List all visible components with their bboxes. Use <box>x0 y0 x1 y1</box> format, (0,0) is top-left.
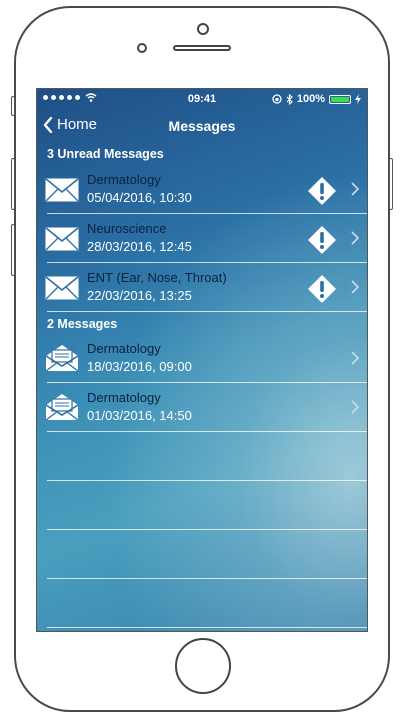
power-button <box>389 158 393 210</box>
volume-up-button <box>11 158 15 210</box>
battery-percent: 100% <box>296 93 325 105</box>
chevron-right-icon <box>351 182 359 196</box>
chevron-right-icon <box>351 280 359 294</box>
row-separator <box>47 431 367 432</box>
chevron-right-icon <box>351 351 359 365</box>
row-separator <box>47 382 367 383</box>
envelope-closed-icon <box>45 276 79 300</box>
alert-icon <box>308 275 336 303</box>
section-header-unread: 3 Unread Messages <box>47 147 164 161</box>
section-header-read: 2 Messages <box>47 317 118 331</box>
list-item[interactable]: Dermatology 01/03/2016, 14:50 <box>37 384 367 432</box>
row-separator <box>47 262 367 263</box>
message-subject: Dermatology <box>87 341 161 356</box>
back-label: Home <box>57 116 98 133</box>
volume-down-button <box>11 224 15 276</box>
chevron-right-icon <box>351 400 359 414</box>
row-separator <box>47 213 367 214</box>
message-date: 28/03/2016, 12:45 <box>87 239 192 254</box>
bluetooth-icon <box>286 93 293 105</box>
earpiece-speaker <box>173 45 231 51</box>
list-item[interactable]: Dermatology 05/04/2016, 10:30 <box>37 166 367 214</box>
empty-row-separator <box>47 578 367 579</box>
battery-icon <box>329 94 351 104</box>
chevron-right-icon <box>351 231 359 245</box>
front-camera <box>197 23 209 35</box>
row-separator <box>47 311 367 312</box>
alert-icon <box>308 226 336 254</box>
proximity-sensor <box>137 43 147 53</box>
mute-switch <box>11 96 15 116</box>
message-subject: Neuroscience <box>87 221 167 236</box>
alert-icon <box>308 177 336 205</box>
list-item[interactable]: Dermatology 18/03/2016, 09:00 <box>37 335 367 383</box>
message-subject: ENT (Ear, Nose, Throat) <box>87 270 227 285</box>
back-button[interactable]: Home <box>43 116 97 133</box>
message-subject: Dermatology <box>87 390 161 405</box>
message-date: 05/04/2016, 10:30 <box>87 190 192 205</box>
charging-icon <box>355 94 361 104</box>
envelope-open-icon <box>45 345 79 372</box>
status-bar: 09:41 100% <box>37 89 367 109</box>
rotation-lock-icon <box>272 94 282 104</box>
message-date: 22/03/2016, 13:25 <box>87 288 192 303</box>
list-item[interactable]: ENT (Ear, Nose, Throat) 22/03/2016, 13:2… <box>37 264 367 312</box>
empty-row-separator <box>47 529 367 530</box>
empty-row-separator <box>47 627 367 628</box>
home-button[interactable] <box>175 638 231 694</box>
envelope-closed-icon <box>45 178 79 202</box>
empty-row-separator <box>47 480 367 481</box>
message-date: 18/03/2016, 09:00 <box>87 359 192 374</box>
message-date: 01/03/2016, 14:50 <box>87 408 192 423</box>
envelope-closed-icon <box>45 227 79 251</box>
status-right: 100% <box>272 93 361 105</box>
navigation-bar: Home Messages <box>37 111 367 141</box>
message-subject: Dermatology <box>87 172 161 187</box>
envelope-open-icon <box>45 394 79 421</box>
list-item[interactable]: Neuroscience 28/03/2016, 12:45 <box>37 215 367 263</box>
chevron-left-icon <box>43 116 53 133</box>
screen: 09:41 100% Home Messages 3 Unread Messag <box>36 88 368 632</box>
